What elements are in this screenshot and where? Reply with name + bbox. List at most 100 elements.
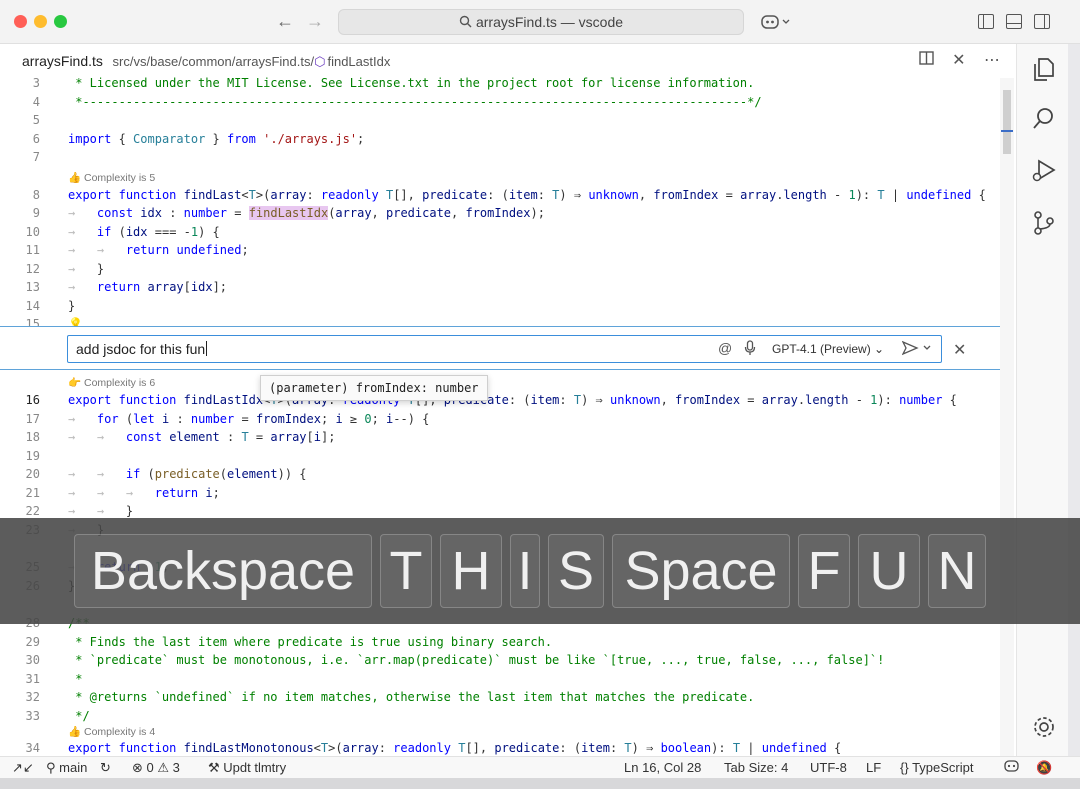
code-text[interactable]: */ [68, 707, 89, 726]
breadcrumb-path[interactable]: src/vs/base/common/arraysFind.ts/ [113, 54, 315, 69]
code-text[interactable]: } [68, 297, 75, 316]
end-of-line[interactable]: LF [866, 757, 881, 778]
code-text[interactable]: → → return undefined; [68, 241, 249, 260]
search-view-icon[interactable] [1031, 106, 1057, 132]
code-text[interactable]: * [68, 670, 82, 689]
code-text[interactable]: → } [68, 260, 104, 279]
send-icon[interactable] [901, 340, 934, 359]
code-text[interactable]: → return array[idx]; [68, 278, 227, 297]
code-line[interactable]: 8 export function findLast<T>(array: read… [0, 186, 1000, 205]
line-number: 16 [25, 393, 40, 407]
code-text[interactable]: export function findLast<T>(array: reado… [68, 186, 986, 205]
code-line[interactable]: 4 *-------------------------------------… [0, 93, 1000, 112]
run-debug-icon[interactable] [1031, 158, 1057, 184]
vertical-scrollbar[interactable] [1000, 78, 1014, 756]
branch-indicator[interactable]: ⚲ main [46, 757, 87, 778]
toggle-primary-sidebar-icon[interactable] [978, 14, 994, 29]
inline-chat-text[interactable]: add jsdoc for this fun [76, 341, 207, 357]
code-line[interactable]: 10 → if (idx === -1) { [0, 223, 1000, 242]
language-mode[interactable]: {} TypeScript [900, 757, 974, 778]
toggle-panel-icon[interactable] [1006, 14, 1022, 29]
code-line[interactable]: 20 → → if (predicate(element)) { [0, 465, 1000, 484]
code-line[interactable]: 19 [0, 447, 1000, 466]
code-line[interactable]: 34 export function findLastMonotonous<T>(… [0, 739, 1000, 756]
code-text[interactable]: → → → return i; [68, 484, 220, 503]
microphone-icon[interactable] [744, 340, 756, 359]
code-line[interactable]: 12 → } [0, 260, 1000, 279]
command-center[interactable]: arraysFind.ts — vscode [338, 9, 744, 35]
code-line[interactable]: 6 import { Comparator } from './arrays.js… [0, 130, 1000, 149]
code-text[interactable]: export function findLastIdx<T>(array: re… [68, 391, 957, 410]
breadcrumb-symbol[interactable]: findLastIdx [327, 54, 390, 69]
explorer-icon[interactable] [1031, 56, 1057, 82]
encoding[interactable]: UTF-8 [810, 757, 847, 778]
keystroke-key: Backspace [74, 534, 372, 608]
close-icon[interactable]: ✕ [952, 52, 965, 69]
tab-size[interactable]: Tab Size: 4 [724, 757, 788, 778]
code-line[interactable]: 9 → const idx : number = findLastIdx(arra… [0, 204, 1000, 223]
remote-icon[interactable]: ↗↙ [12, 757, 34, 778]
code-line[interactable]: 11 → → return undefined; [0, 241, 1000, 260]
sync-icon[interactable]: ↻ [100, 757, 111, 778]
code-line[interactable]: 14} [0, 297, 1000, 316]
code-line[interactable]: 13 → return array[idx]; [0, 278, 1000, 297]
code-line[interactable]: 3 * Licensed under the MIT License. See … [0, 74, 1000, 93]
code-text[interactable]: → → if (predicate(element)) { [68, 465, 307, 484]
inline-chat-input[interactable]: add jsdoc for this fun @ GPT-4.1 (Previe… [67, 335, 942, 363]
code-line[interactable]: 29 * Finds the last item where predicate… [0, 633, 1000, 652]
code-line[interactable]: 30 * `predicate` must be monotonous, i.e… [0, 651, 1000, 670]
code-line[interactable]: 7 [0, 148, 1000, 167]
code-text[interactable]: → for (let i : number = fromIndex; i ≥ 0… [68, 410, 429, 429]
go-back-button[interactable]: ← [274, 11, 296, 32]
codelens-complexity[interactable]: 👍 Complexity is 4 [68, 725, 155, 739]
line-number: 13 [25, 280, 40, 294]
close-window-button[interactable] [14, 15, 27, 28]
inline-chat: add jsdoc for this fun @ GPT-4.1 (Previe… [0, 326, 1000, 370]
model-picker[interactable]: GPT-4.1 (Preview) ⌄ [772, 342, 884, 356]
line-number: 4 [32, 94, 40, 109]
codelens-complexity[interactable]: 👉 Complexity is 6 [68, 376, 155, 390]
telemetry-indicator[interactable]: ⚒ Updt tlmtry [208, 757, 286, 778]
problems-indicator[interactable]: ⊗ 0 ⚠ 3 [132, 757, 180, 778]
code-text[interactable]: export function findLastMonotonous<T>(ar… [68, 739, 841, 756]
more-icon[interactable]: ⋯ [984, 52, 1000, 69]
source-control-icon[interactable] [1031, 210, 1057, 236]
copilot-status-icon[interactable] [1004, 757, 1019, 778]
cursor-position[interactable]: Ln 16, Col 28 [624, 757, 701, 778]
go-forward-button[interactable]: → [304, 11, 326, 32]
code-line[interactable]: 18 → → const element : T = array[i]; [0, 428, 1000, 447]
code-text[interactable]: → if (idx === -1) { [68, 223, 220, 242]
code-text[interactable]: * Finds the last item where predicate is… [68, 633, 552, 652]
minimize-window-button[interactable] [34, 15, 47, 28]
code-text[interactable]: * Licensed under the MIT License. See Li… [68, 74, 754, 93]
code-text[interactable]: *---------------------------------------… [68, 93, 761, 112]
scrollbar-thumb[interactable] [1003, 90, 1011, 154]
code-text[interactable]: * `predicate` must be monotonous, i.e. `… [68, 651, 884, 670]
mention-icon[interactable]: @ [718, 340, 732, 356]
close-inline-chat-icon[interactable]: ✕ [953, 340, 966, 360]
code-text[interactable]: → const idx : number = findLastIdx(array… [68, 204, 545, 223]
code-line[interactable]: 32 * @returns `undefined` if no item mat… [0, 688, 1000, 707]
code-line[interactable]: 33 */ [0, 707, 1000, 726]
code-line[interactable]: 31 * [0, 670, 1000, 689]
keystroke-key: F [798, 534, 850, 608]
line-number: 14 [25, 298, 40, 313]
code-line[interactable]: 17 → for (let i : number = fromIndex; i ≥… [0, 410, 1000, 429]
error-count: 0 [146, 760, 154, 775]
code-line[interactable]: 21 → → → return i; [0, 484, 1000, 503]
code-line[interactable]: 5 [0, 111, 1000, 130]
code-text[interactable]: * @returns `undefined` if no item matche… [68, 688, 754, 707]
editor-tab-filename[interactable]: arraysFind.ts [22, 53, 103, 69]
code-text[interactable]: import { Comparator } from './arrays.js'… [68, 130, 364, 149]
code-text[interactable]: → → const element : T = array[i]; [68, 428, 335, 447]
branch-name: main [59, 760, 88, 775]
code-line[interactable]: 16 export function findLastIdx<T>(array: … [0, 391, 1000, 410]
split-editor-icon[interactable] [918, 51, 938, 69]
gear-icon[interactable] [1031, 714, 1057, 740]
codelens-complexity[interactable]: 👍 Complexity is 5 [68, 171, 155, 185]
copilot-menu-button[interactable] [760, 12, 794, 32]
toggle-secondary-sidebar-icon[interactable] [1034, 14, 1050, 29]
line-number: 9 [32, 206, 40, 220]
zoom-window-button[interactable] [54, 15, 67, 28]
notifications-bell-icon[interactable]: 🔕 [1036, 757, 1052, 778]
